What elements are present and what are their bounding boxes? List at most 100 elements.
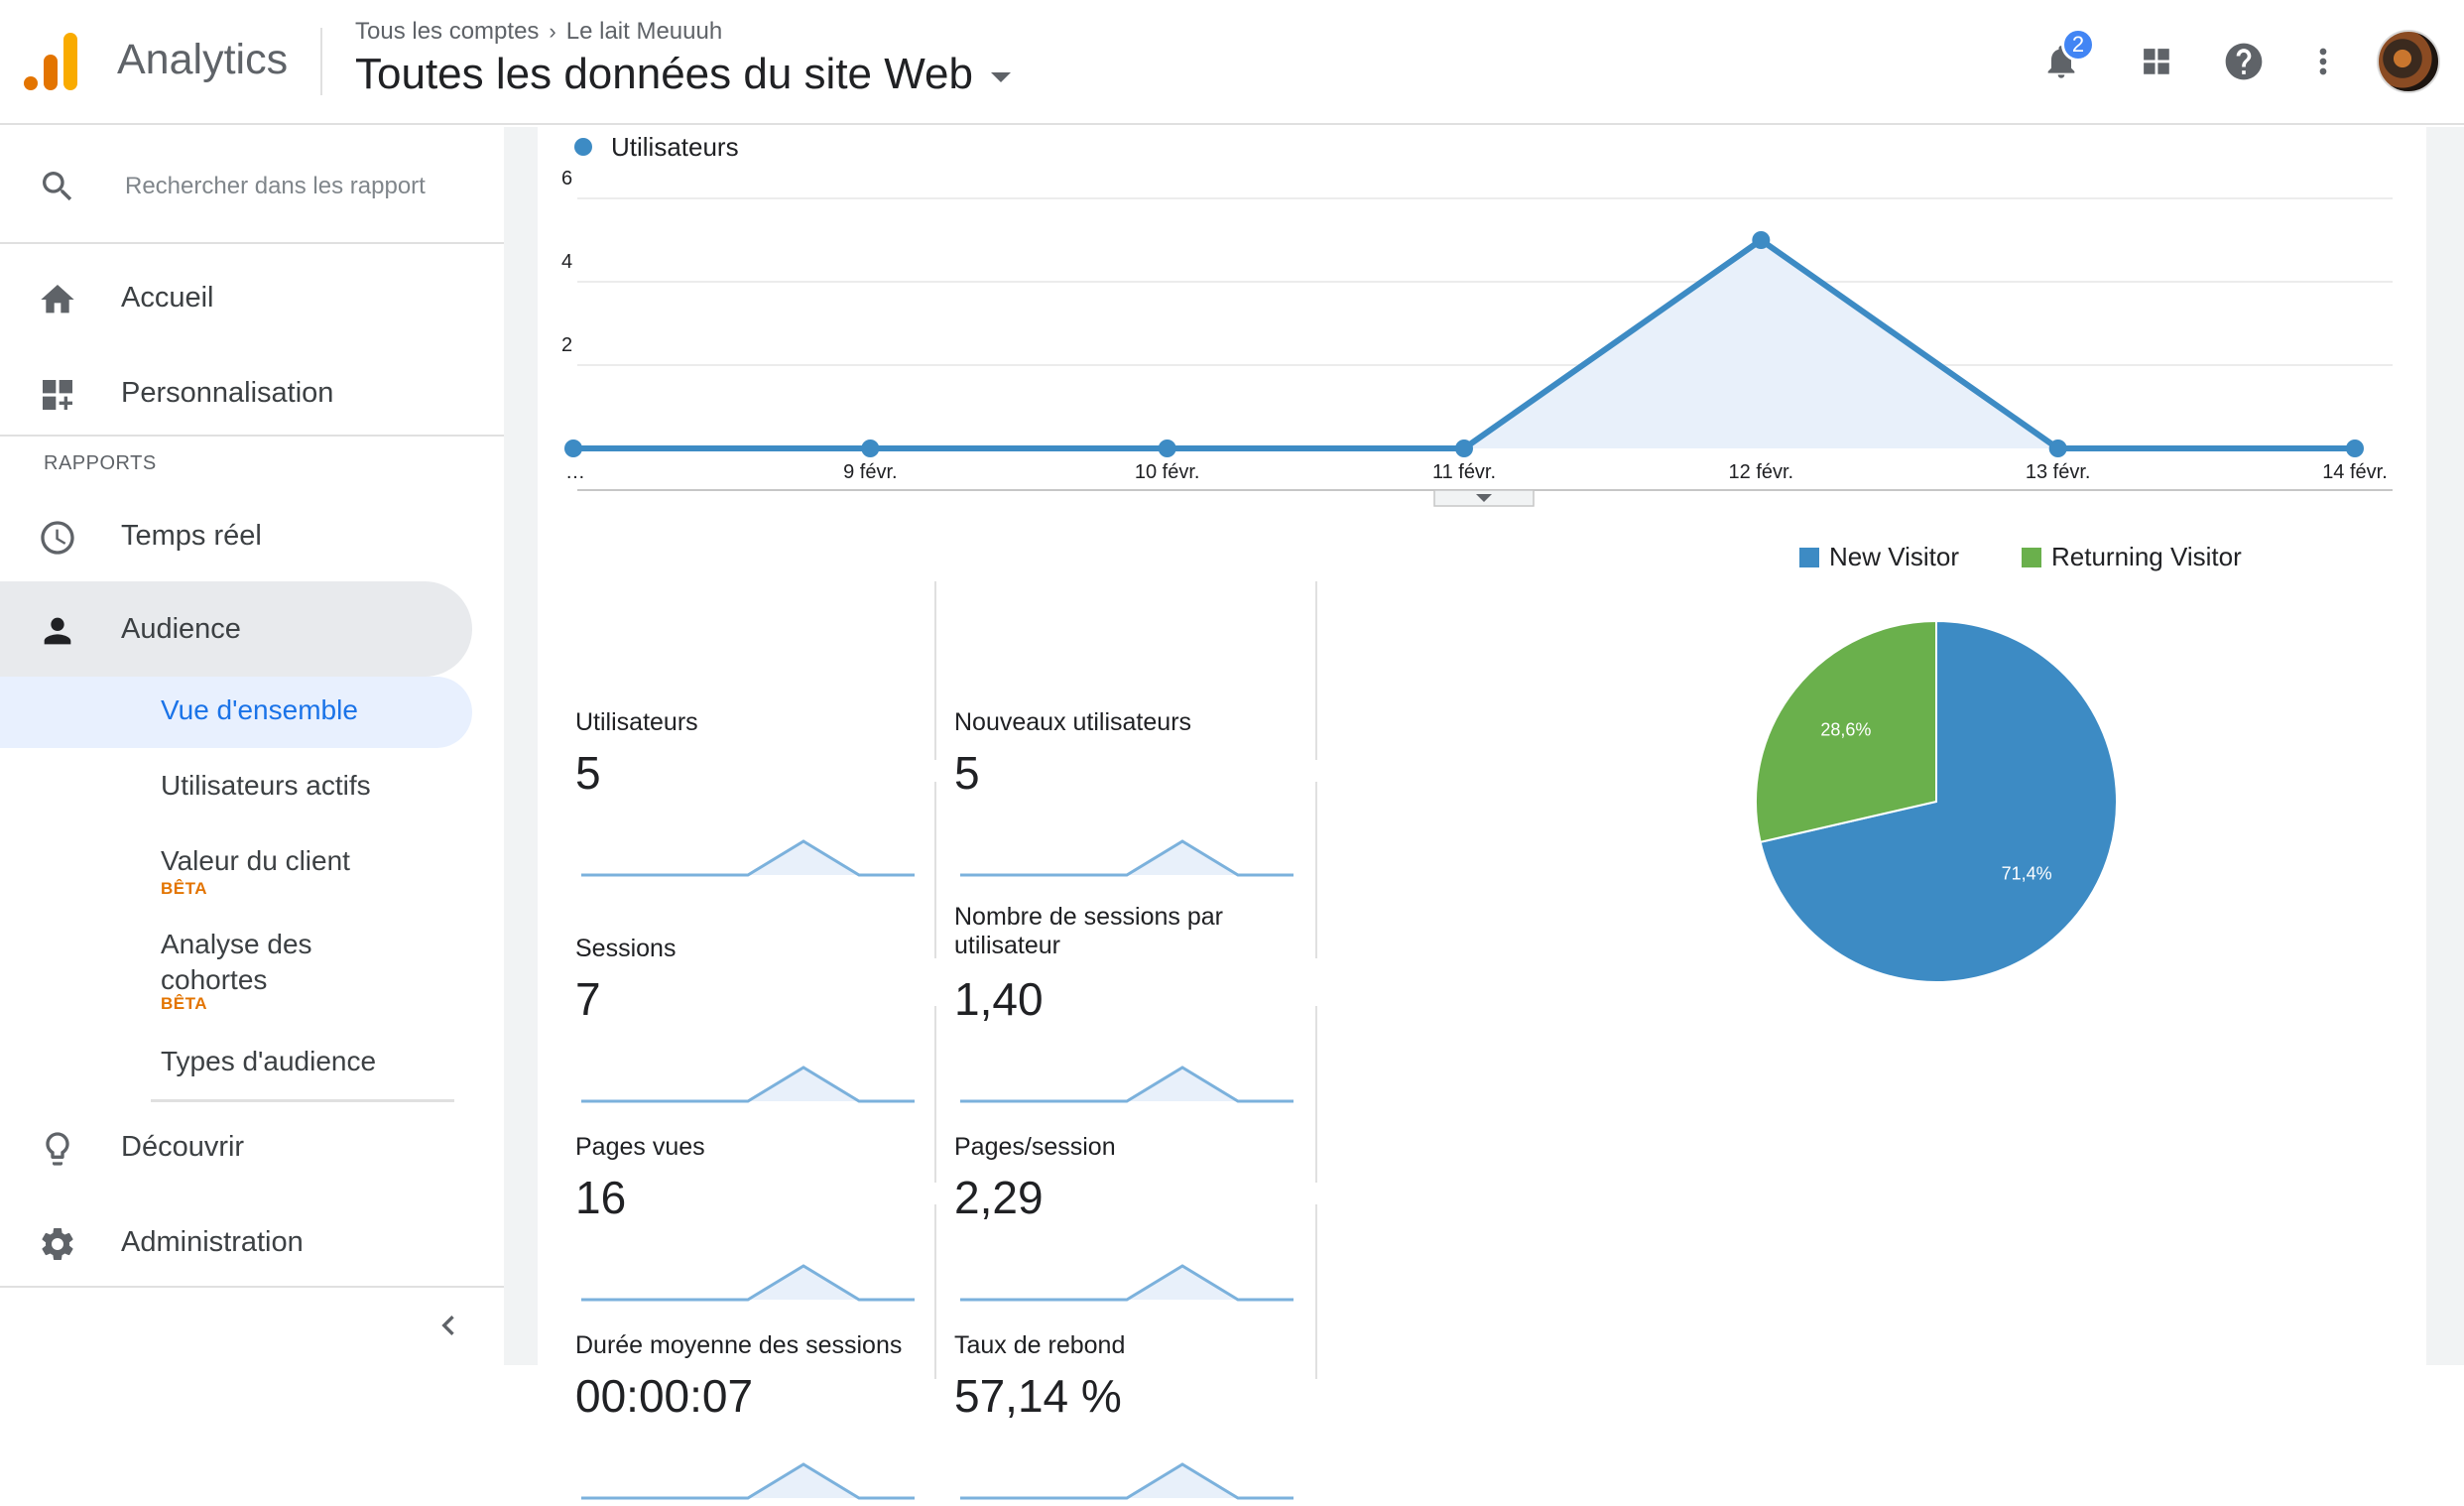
pie-legend-new[interactable]: New Visitor bbox=[1799, 542, 1959, 572]
sidebar-item-administration[interactable]: Administration bbox=[0, 1194, 504, 1290]
metric-label: Sessions bbox=[575, 935, 677, 962]
metric-value: 7 bbox=[575, 973, 601, 1025]
x-tick-label: 11 févr. bbox=[1432, 461, 1496, 483]
metric-separator bbox=[934, 581, 936, 760]
data-point[interactable] bbox=[1455, 439, 1473, 457]
sidebar-search bbox=[0, 127, 504, 244]
metric-label: Pages vues bbox=[575, 1133, 705, 1161]
home-icon bbox=[41, 285, 74, 314]
series-legend-dot bbox=[574, 138, 592, 156]
legend-label: Returning Visitor bbox=[2051, 542, 2242, 571]
metric-label: Nouveaux utilisateurs bbox=[954, 708, 1192, 736]
data-point[interactable] bbox=[564, 439, 582, 457]
x-tick-label: … bbox=[565, 461, 585, 483]
overview-card: … 9 févr. 10 févr. 11 févr. 12 févr. 13 févr.… bbox=[538, 127, 2426, 1500]
reports-section-label: RAPPORTS bbox=[44, 452, 157, 474]
caret-down-icon bbox=[990, 72, 1011, 82]
dashboard-add-icon bbox=[43, 380, 72, 410]
metric-tile[interactable]: Pages vues 16 bbox=[575, 1129, 954, 1308]
metric-label: Taux de rebond bbox=[954, 1331, 1126, 1359]
data-point[interactable] bbox=[2048, 439, 2067, 457]
x-tick-label: 14 févr. bbox=[2322, 461, 2388, 483]
metric-tile[interactable]: Pages/session 2,29 bbox=[954, 1129, 1333, 1308]
app-name[interactable]: Analytics bbox=[117, 36, 288, 84]
avatar[interactable] bbox=[2377, 30, 2440, 93]
apps-button[interactable] bbox=[2129, 34, 2184, 89]
metric-tile[interactable]: Sessions 7 bbox=[575, 931, 954, 1109]
metric-separator bbox=[1315, 782, 1317, 958]
sidebar-subitem-label: Types d'audience bbox=[161, 1046, 377, 1076]
notifications-button[interactable]: 2 bbox=[2033, 28, 2095, 89]
sidebar-subitem-valeur-client[interactable]: Valeur du client BÊTA bbox=[0, 845, 472, 909]
visitor-type-pie-chart[interactable]: 71,4% 28,6% bbox=[1728, 593, 2145, 1010]
metric-separator bbox=[934, 782, 936, 958]
help-icon bbox=[2225, 43, 2263, 80]
sidebar-item-audience[interactable]: Audience bbox=[0, 581, 472, 677]
x-tick-label: 12 févr. bbox=[1729, 461, 1794, 483]
sidebar-subitem-types-audience[interactable]: Types d'audience bbox=[0, 1046, 472, 1095]
metric-value: 1,40 bbox=[954, 973, 1044, 1025]
sidebar-subitem-utilisateurs-actifs[interactable]: Utilisateurs actifs bbox=[0, 770, 472, 819]
x-tick-label: 13 févr. bbox=[2026, 461, 2091, 483]
top-bar: Analytics Tous les comptes › Le lait Meu… bbox=[0, 0, 2464, 125]
y-tick-label: 2 bbox=[561, 334, 572, 356]
metric-tile[interactable]: Nombre de sessions par utilisateur 1,40 bbox=[954, 903, 1333, 1109]
metric-sparkline bbox=[960, 1264, 1294, 1302]
sidebar: Accueil Personnalisation RAPPORTS Temps … bbox=[0, 127, 504, 1365]
sidebar-subitem-label: Analyse des cohortes bbox=[161, 929, 312, 995]
sidebar-item-accueil[interactable]: Accueil bbox=[0, 250, 504, 345]
sidebar-subitem-analyse-cohortes[interactable]: Analyse des cohortes BÊTA bbox=[0, 927, 472, 1046]
more-vert-icon bbox=[2319, 48, 2327, 75]
metric-value: 00:00:07 bbox=[575, 1370, 754, 1422]
metric-separator bbox=[1315, 1006, 1317, 1183]
metric-separator bbox=[934, 1006, 936, 1183]
metric-tile[interactable]: Nouveaux utilisateurs 5 bbox=[954, 704, 1333, 883]
metric-value: 2,29 bbox=[954, 1172, 1044, 1223]
sidebar-item-decouvrir[interactable]: Découvrir bbox=[0, 1099, 504, 1194]
breadcrumb-property[interactable]: Le lait Meuuuh bbox=[566, 18, 722, 46]
data-point[interactable] bbox=[1752, 231, 1771, 249]
data-point[interactable] bbox=[2346, 439, 2364, 457]
metric-tile[interactable]: Durée moyenne des sessions 00:00:07 bbox=[575, 1327, 954, 1506]
sidebar-item-label: Découvrir bbox=[121, 1130, 245, 1163]
sidebar-item-temps-reel[interactable]: Temps réel bbox=[0, 488, 504, 583]
sidebar-subitem-label: Vue d'ensemble bbox=[161, 694, 358, 725]
search-input[interactable] bbox=[125, 167, 452, 206]
x-tick-label: 9 févr. bbox=[843, 461, 897, 483]
metric-tile[interactable]: Taux de rebond 57,14 % bbox=[954, 1327, 1333, 1506]
metric-separator bbox=[1315, 1204, 1317, 1379]
sidebar-item-label: Temps réel bbox=[121, 519, 262, 552]
chevron-right-icon: › bbox=[549, 19, 556, 44]
more-options-button[interactable] bbox=[2295, 34, 2351, 89]
data-point[interactable] bbox=[1158, 439, 1176, 457]
chevron-left-icon[interactable] bbox=[429, 1306, 468, 1345]
series-area bbox=[573, 240, 2355, 448]
chart-legend: Utilisateurs bbox=[574, 132, 739, 162]
analytics-logo-icon[interactable] bbox=[24, 31, 79, 90]
search-icon bbox=[43, 172, 72, 201]
pie-slice-label: 71,4% bbox=[2002, 864, 2052, 884]
metric-sparkline bbox=[960, 839, 1294, 877]
clock-icon bbox=[41, 521, 74, 555]
metric-tile[interactable]: Utilisateurs 5 bbox=[575, 704, 954, 883]
sidebar-item-label: Audience bbox=[121, 612, 241, 645]
pie-legend-returning[interactable]: Returning Visitor bbox=[2022, 542, 2242, 572]
help-button[interactable] bbox=[2216, 34, 2272, 89]
sidebar-divider bbox=[0, 435, 504, 437]
sidebar-subitem-label: Utilisateurs actifs bbox=[161, 770, 371, 801]
metric-sparkline bbox=[960, 1066, 1294, 1103]
chart-expand-handle[interactable] bbox=[1433, 489, 1535, 507]
view-selector[interactable]: Toutes les données du site Web bbox=[355, 50, 1011, 99]
legend-swatch bbox=[2022, 547, 2041, 567]
breadcrumb-all-accounts[interactable]: Tous les comptes bbox=[355, 18, 539, 46]
sidebar-item-label: Accueil bbox=[121, 281, 214, 314]
breadcrumb[interactable]: Tous les comptes › Le lait Meuuuh bbox=[355, 18, 722, 46]
beta-badge: BÊTA bbox=[161, 879, 208, 898]
sidebar-subitem-vue-ensemble[interactable]: Vue d'ensemble bbox=[0, 677, 472, 748]
page-title: Toutes les données du site Web bbox=[355, 50, 973, 98]
users-line-chart[interactable]: … 9 févr. 10 févr. 11 févr. 12 févr. 13 févr.… bbox=[538, 127, 2426, 524]
metric-value: 16 bbox=[575, 1172, 627, 1223]
metric-sparkline bbox=[581, 1462, 915, 1500]
data-point[interactable] bbox=[861, 439, 880, 457]
sidebar-item-personnalisation[interactable]: Personnalisation bbox=[0, 345, 504, 440]
